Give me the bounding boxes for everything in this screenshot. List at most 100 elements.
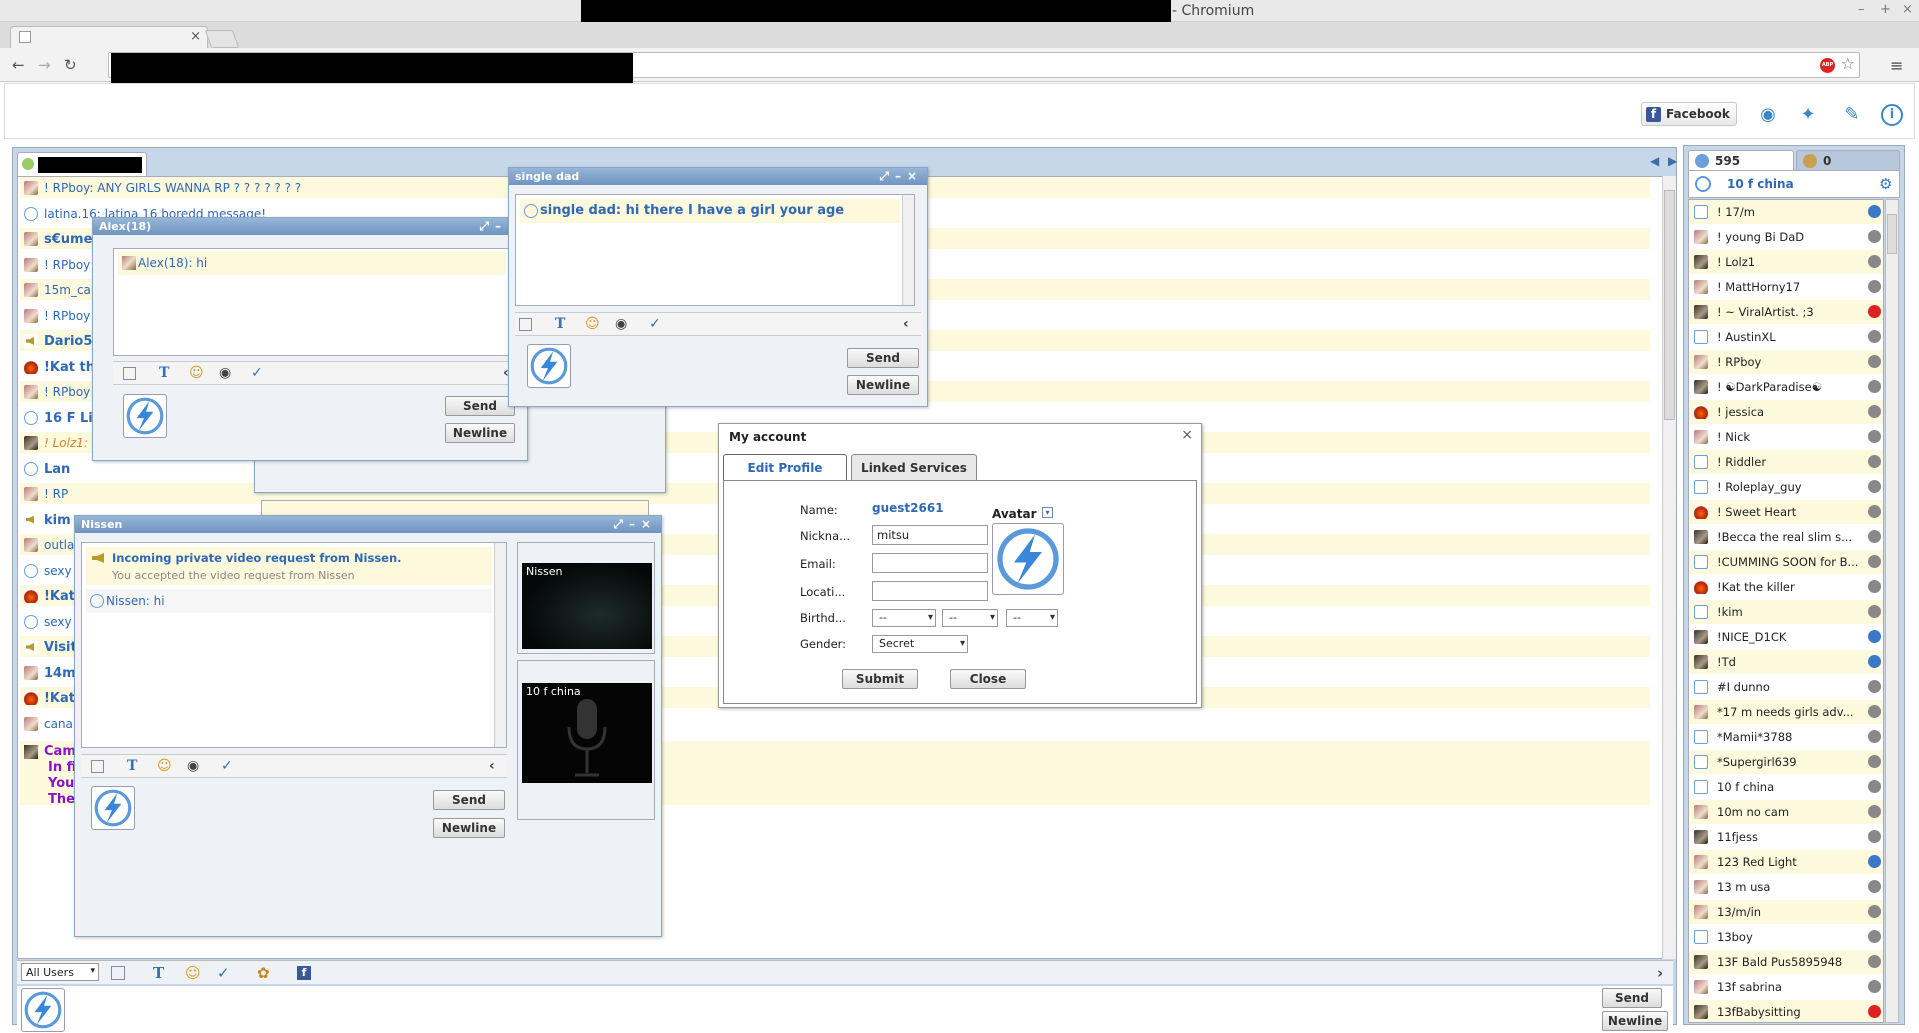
email-input[interactable] bbox=[872, 553, 988, 573]
user-list-item[interactable]: ! Lolz1 bbox=[1689, 250, 1883, 275]
font-color-icon[interactable] bbox=[123, 367, 136, 380]
user-list-item[interactable]: 10 f china bbox=[1689, 775, 1883, 800]
user-list-item[interactable]: ! jessica bbox=[1689, 400, 1883, 425]
minimize-button[interactable]: – bbox=[1858, 2, 1865, 17]
user-profile-icon[interactable] bbox=[1868, 280, 1881, 293]
nissen-send-button[interactable]: Send bbox=[433, 790, 505, 810]
facebook-button[interactable]: f Facebook bbox=[1641, 102, 1737, 126]
user-profile-icon[interactable] bbox=[1868, 930, 1881, 943]
user-list-item[interactable]: ! 17/m bbox=[1689, 200, 1883, 225]
nissen-scrollbar[interactable] bbox=[494, 543, 506, 747]
user-profile-icon[interactable] bbox=[1868, 455, 1881, 468]
user-profile-icon[interactable] bbox=[1868, 780, 1881, 793]
user-list-item[interactable]: !kim bbox=[1689, 600, 1883, 625]
collapse-arrow-icon[interactable]: › bbox=[1657, 964, 1663, 982]
dialog-close-icon[interactable]: × bbox=[1181, 427, 1193, 443]
user-list-item[interactable]: !Kat the killer bbox=[1689, 575, 1883, 600]
alex-send-button[interactable]: Send bbox=[445, 396, 515, 416]
user-profile-icon[interactable] bbox=[1868, 955, 1881, 968]
emoticon-icon[interactable]: ☺ bbox=[185, 964, 201, 982]
user-list-item[interactable]: ! RPboy bbox=[1689, 350, 1883, 375]
user-profile-icon[interactable] bbox=[1868, 905, 1881, 918]
nickname-input[interactable]: mitsu bbox=[872, 525, 988, 545]
window-controls[interactable]: ⤢–× bbox=[613, 517, 657, 532]
emoticon-icon[interactable]: ☺ bbox=[585, 316, 600, 332]
new-tab-button[interactable] bbox=[204, 30, 240, 48]
user-list-item[interactable]: 11fjess bbox=[1689, 825, 1883, 850]
birthday-year-select[interactable]: -- bbox=[1006, 609, 1058, 627]
font-color-icon[interactable] bbox=[91, 760, 104, 773]
tab-linked-services[interactable]: Linked Services bbox=[851, 454, 977, 480]
user-list-item[interactable]: *Supergirl639 bbox=[1689, 750, 1883, 775]
user-profile-icon[interactable] bbox=[1868, 680, 1881, 693]
user-profile-icon[interactable] bbox=[1868, 255, 1881, 268]
user-scroll-thumb[interactable] bbox=[1887, 214, 1897, 254]
user-list-item[interactable]: !CUMMING SOON for B... bbox=[1689, 550, 1883, 575]
user-list-item[interactable]: ! ~ ViralArtist. ;3 bbox=[1689, 300, 1883, 325]
webcam-icon[interactable]: ◉ bbox=[219, 365, 231, 381]
message-textarea[interactable] bbox=[77, 988, 1597, 1026]
submit-button[interactable]: Submit bbox=[842, 669, 918, 689]
user-list-item[interactable]: ! MattHorny17 bbox=[1689, 275, 1883, 300]
room-tab[interactable] bbox=[17, 152, 147, 176]
user-list-item[interactable]: ! Nick bbox=[1689, 425, 1883, 450]
user-profile-icon[interactable] bbox=[1868, 230, 1881, 243]
user-profile-icon[interactable] bbox=[1868, 630, 1881, 643]
user-profile-icon[interactable] bbox=[1868, 530, 1881, 543]
text-format-icon[interactable]: T bbox=[153, 964, 164, 982]
online-users-tab[interactable]: 595 bbox=[1688, 150, 1794, 170]
user-profile-icon[interactable] bbox=[1868, 555, 1881, 568]
message-scrollbar[interactable] bbox=[1662, 176, 1676, 959]
user-profile-icon[interactable] bbox=[1868, 330, 1881, 343]
user-profile-icon[interactable] bbox=[1868, 730, 1881, 743]
user-list-item[interactable]: !NICE_D1CK bbox=[1689, 625, 1883, 650]
user-list-item[interactable]: ! AustinXL bbox=[1689, 325, 1883, 350]
font-color-icon[interactable] bbox=[519, 318, 532, 331]
user-list-item[interactable]: *Mamii*3788 bbox=[1689, 725, 1883, 750]
browser-tab[interactable]: × bbox=[10, 26, 208, 48]
friends-tab[interactable]: 0 bbox=[1796, 150, 1900, 170]
collapse-arrow-icon[interactable]: ‹ bbox=[903, 316, 909, 332]
user-list-item[interactable]: #I dunno bbox=[1689, 675, 1883, 700]
emoticon-icon[interactable]: ☺ bbox=[157, 758, 172, 774]
user-list-item[interactable]: ! young Bi DaD bbox=[1689, 225, 1883, 250]
private-chat-window-alex[interactable]: Alex(18) ⤢–× Alex(18): hi T ☺ ◉ ✓ ‹ Send … bbox=[92, 217, 528, 461]
send-effects-icon[interactable]: ✓ bbox=[251, 365, 263, 381]
gender-select[interactable]: Secret bbox=[872, 635, 968, 653]
user-profile-icon[interactable] bbox=[1868, 205, 1881, 218]
birthday-day-select[interactable]: -- bbox=[872, 609, 936, 627]
close-button[interactable]: Close bbox=[950, 669, 1026, 689]
webcam-icon[interactable]: ◉ bbox=[187, 758, 199, 774]
font-color-icon[interactable] bbox=[111, 966, 125, 980]
send-effects-icon[interactable]: ✓ bbox=[221, 758, 233, 774]
nissen-newline-button[interactable]: Newline bbox=[433, 818, 505, 838]
user-profile-icon[interactable] bbox=[1868, 1005, 1881, 1018]
user-list-item[interactable]: 13F Bald Pus5895948 bbox=[1689, 950, 1883, 975]
nissen-window-title[interactable]: Nissen ⤢–× bbox=[75, 516, 661, 533]
user-profile-icon[interactable] bbox=[1868, 355, 1881, 368]
user-profile-icon[interactable] bbox=[1868, 580, 1881, 593]
reload-button[interactable]: ↻ bbox=[64, 56, 77, 74]
send-effects-icon[interactable]: ✓ bbox=[649, 316, 661, 332]
user-profile-icon[interactable] bbox=[1868, 305, 1881, 318]
user-list-item[interactable]: 10m no cam bbox=[1689, 800, 1883, 825]
gift-icon[interactable]: ✿ bbox=[257, 964, 270, 982]
wrench-icon[interactable]: ✎ bbox=[1841, 104, 1863, 126]
user-list-item[interactable]: ! ☯DarkParadise☯ bbox=[1689, 375, 1883, 400]
newline-button[interactable]: Newline bbox=[1602, 1011, 1668, 1031]
close-tab-icon[interactable]: × bbox=[190, 29, 201, 44]
user-profile-icon[interactable] bbox=[1868, 380, 1881, 393]
gamepad-icon[interactable]: ✦ bbox=[1797, 104, 1819, 126]
send-button[interactable]: Send bbox=[1602, 988, 1662, 1008]
my-account-dialog[interactable]: My account × Edit Profile Linked Service… bbox=[718, 423, 1202, 708]
user-profile-icon[interactable] bbox=[1868, 480, 1881, 493]
maximize-button[interactable]: + bbox=[1880, 2, 1891, 17]
location-input[interactable] bbox=[872, 581, 988, 601]
address-bar[interactable]: ABP ☆ bbox=[108, 52, 1860, 85]
next-room-arrow[interactable]: ▶ bbox=[1668, 154, 1677, 168]
user-profile-icon[interactable] bbox=[1868, 755, 1881, 768]
user-profile-icon[interactable] bbox=[1868, 830, 1881, 843]
user-list-item[interactable]: 13f sabrina bbox=[1689, 975, 1883, 1000]
user-list-item[interactable]: 123 Red Light bbox=[1689, 850, 1883, 875]
user-profile-icon[interactable] bbox=[1868, 855, 1881, 868]
